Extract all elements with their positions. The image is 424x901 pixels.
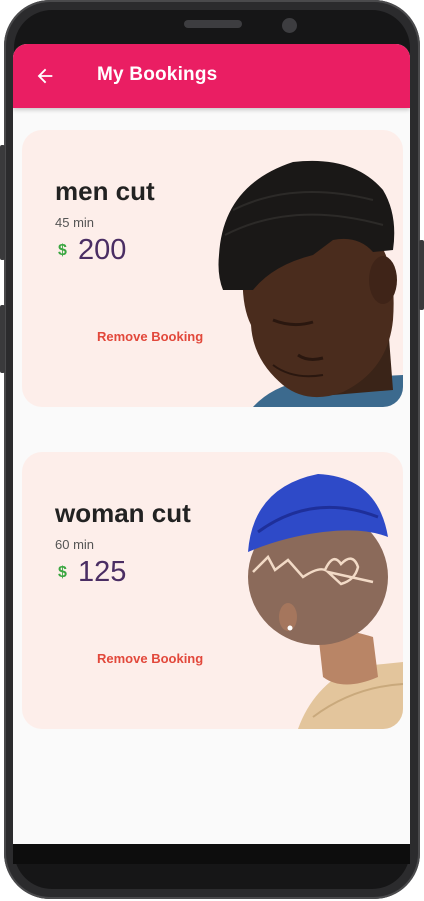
arrow-left-icon (37, 68, 53, 84)
service-name: men cut (55, 176, 155, 206)
service-price: 200 (78, 234, 127, 266)
woman-haircut-photo (248, 474, 403, 729)
booking-card: woman cut 60 min $ 125 Remove Booking (22, 452, 403, 729)
service-name: woman cut (55, 498, 191, 528)
navigation-bar (13, 844, 410, 864)
booking-card: men cut 45 min $ 200 Remove Booking (22, 130, 403, 407)
side-button (0, 305, 5, 373)
page-title: My Bookings (97, 64, 218, 85)
remove-booking-button[interactable]: Remove Booking (97, 329, 203, 344)
service-duration: 45 min (55, 215, 95, 230)
back-button[interactable] (27, 58, 63, 94)
remove-booking-button[interactable]: Remove Booking (97, 651, 203, 666)
phone-speaker (184, 20, 242, 28)
service-duration: 60 min (55, 537, 95, 552)
app-screen: My Bookings men cut 45 min $ 200 Remove … (13, 44, 410, 844)
service-price: 125 (78, 556, 127, 588)
dollar-icon: $ (58, 242, 67, 259)
app-bar: My Bookings (13, 44, 410, 108)
dollar-icon: $ (58, 564, 67, 581)
phone-camera (282, 18, 297, 33)
man-haircut-photo (218, 160, 403, 407)
power-button (419, 240, 424, 310)
volume-button (0, 145, 5, 260)
